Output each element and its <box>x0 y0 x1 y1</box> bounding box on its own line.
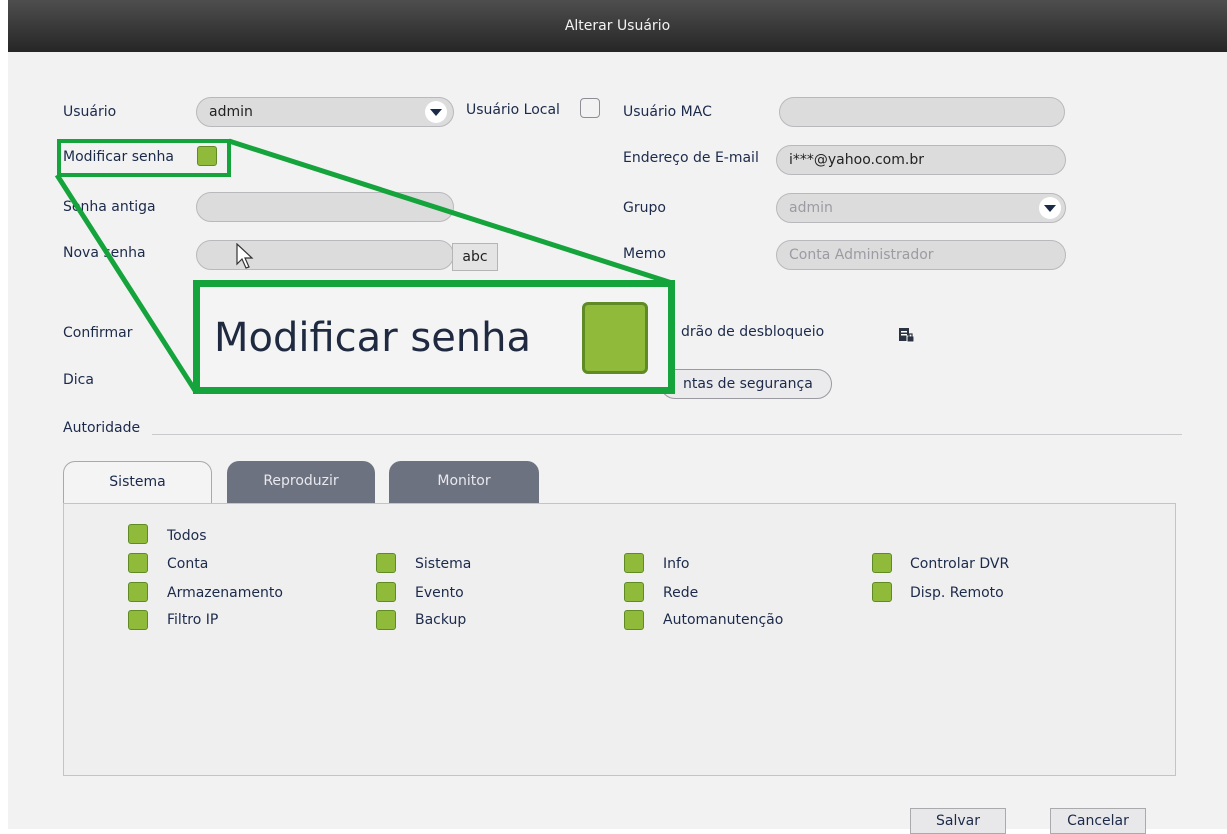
highlight-box <box>57 139 231 177</box>
zoom-callout-lines <box>54 138 673 394</box>
zoom-callout: Modificar senha <box>193 280 675 394</box>
zoom-checkbox <box>582 302 648 374</box>
zoom-label: Modificar senha <box>214 315 532 361</box>
